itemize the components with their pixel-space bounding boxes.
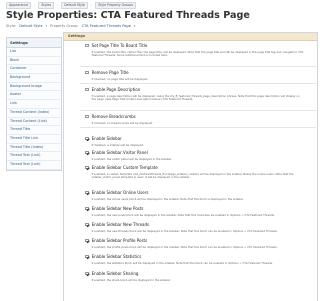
option-label[interactable]: Enable Sidebar Sharing (92, 271, 139, 276)
enable-sidebar-sharing-checkbox[interactable] (85, 271, 89, 276)
option-description: If enabled, the visitor panel will be di… (91, 156, 172, 161)
option-enable-sidebar-visitor-panel: Enable Sidebar Visitor Panel If enabled,… (85, 150, 313, 161)
breadcrumb-separator-icon: › (34, 3, 36, 7)
sidebar-item-background[interactable]: Background (7, 74, 61, 83)
enable-sidebar-statistics-checkbox[interactable] (85, 254, 89, 259)
chevron-down-icon[interactable]: ▾ (134, 24, 136, 28)
enable-sidebar-profile-posts-checkbox[interactable] (85, 238, 89, 243)
option-label[interactable]: Enable Sidebar Online Users (92, 190, 149, 195)
option-description: If enabled, the new threads block will b… (91, 228, 278, 233)
sidebar-item-thread-text-link[interactable]: Thread Text (Link) (7, 152, 61, 161)
sidebar-item-thread-title[interactable]: Thread Title (7, 126, 61, 135)
enable-page-description-checkbox[interactable] (85, 87, 89, 92)
breadcrumb-separator-icon: › (57, 3, 59, 7)
option-label[interactable]: Enable Sidebar New Threads (92, 222, 150, 227)
breadcrumb-item-styles[interactable]: Styles (38, 1, 55, 9)
sidebar-heading[interactable]: Settings (7, 38, 61, 48)
sidebar-item-thread-title-index[interactable]: Thread Title (Index) (7, 144, 61, 153)
breadcrumb-item-property-groups[interactable]: Style Property Groups (95, 1, 136, 9)
sidebar-item-background-image[interactable]: Background Image (7, 83, 61, 92)
option-label[interactable]: Enable Sidebar (92, 136, 122, 141)
property-group-sidebar: Settings List Block Container Background… (6, 37, 62, 171)
sidebar-item-container[interactable]: Container (7, 65, 61, 75)
option-label[interactable]: Remove Page Title (92, 70, 129, 75)
option-label[interactable]: Enable Sidebar Custom Template (92, 165, 158, 170)
style-context: Style: Default Style ▾ Property Group: C… (6, 24, 135, 28)
option-remove-page-title: Remove Page Title If checked, no page ti… (85, 70, 313, 81)
page-title: Style Properties: CTA Featured Threads P… (6, 10, 250, 21)
option-remove-breadcrumbs: Remove Breadcrumbs If checked, no breadc… (85, 114, 313, 125)
option-description: If checked, no page title will be displa… (91, 76, 149, 81)
property-group-selector[interactable]: CTA Featured Threads Page (82, 24, 131, 28)
sidebar-item-list[interactable]: List (7, 48, 61, 57)
breadcrumb-item-appearance[interactable]: Appearance (6, 1, 32, 9)
option-enable-sidebar-sharing: Enable Sidebar Sharing If enabled, the s… (85, 271, 313, 282)
option-description: If disabled, a sidebar will be displayed… (91, 142, 144, 147)
enable-sidebar-new-posts-checkbox[interactable] (85, 206, 89, 211)
option-label[interactable]: Remove Breadcrumbs (92, 114, 136, 119)
option-description: If enabled, a custom template (cta_featu… (91, 171, 294, 180)
chevron-down-icon[interactable]: ▾ (46, 24, 48, 28)
sidebar-item-thread-content-index[interactable]: Thread Content (Index) (7, 109, 61, 118)
sidebar-item-thread-title-link[interactable]: Thread Title Link (7, 135, 61, 144)
option-enable-sidebar-online-users: Enable Sidebar Online Users If enabled, … (85, 190, 313, 201)
option-label[interactable]: Set Page Title To Board Title (92, 43, 148, 48)
option-label[interactable]: Enable Sidebar Visitor Panel (92, 150, 148, 155)
option-enable-sidebar: Enable Sidebar If disabled, a sidebar wi… (85, 136, 313, 147)
option-description: If enabled, the statistics block will be… (91, 260, 273, 265)
divider (80, 110, 316, 111)
remove-breadcrumbs-checkbox[interactable] (85, 114, 89, 119)
enable-sidebar-checkbox[interactable] (85, 136, 89, 141)
option-description: If enabled, the profile posts block will… (91, 244, 278, 249)
sidebar-item-thread-content-link[interactable]: Thread Content (Link) (7, 118, 61, 127)
enable-sidebar-visitor-panel-checkbox[interactable] (85, 150, 89, 155)
option-enable-page-description: Enable Page Description If enabled, a pa… (85, 87, 313, 102)
enable-sidebar-new-threads-checkbox[interactable] (85, 222, 89, 227)
breadcrumb: Appearance › Styles › Default Style › St… (6, 1, 136, 9)
option-label[interactable]: Enable Sidebar Statistics (92, 254, 142, 259)
option-label[interactable]: Enable Sidebar Profile Posts (92, 238, 148, 243)
option-enable-sidebar-new-posts: Enable Sidebar New Posts If enabled, the… (85, 206, 313, 217)
option-label[interactable]: Enable Page Description (92, 87, 141, 92)
divider (80, 83, 316, 84)
set-page-title-checkbox[interactable] (85, 43, 89, 48)
divider (80, 127, 316, 128)
sidebar-item-thread-text-link-2[interactable]: Thread Text (Link) (7, 161, 61, 170)
sidebar-item-avatar[interactable]: Avatar (7, 91, 61, 101)
breadcrumb-separator-icon: › (90, 3, 93, 7)
style-selector[interactable]: Default Style (19, 24, 42, 28)
enable-sidebar-custom-template-checkbox[interactable] (85, 165, 89, 170)
option-description: If checked, no breadcrumbs will be displ… (91, 120, 154, 125)
breadcrumb-item-default-style[interactable]: Default Style (61, 1, 88, 9)
property-group-label: Property Group: (50, 24, 79, 28)
option-description: If enabled, the share block will be disp… (91, 277, 171, 282)
sidebar-item-block[interactable]: Block (7, 57, 61, 66)
option-description: If enabled, the online users block will … (91, 196, 244, 201)
option-enable-sidebar-custom-template: Enable Sidebar Custom Template If enable… (85, 165, 313, 180)
style-label: Style: (6, 24, 17, 28)
remove-page-title-checkbox[interactable] (85, 70, 89, 75)
enable-sidebar-online-users-checkbox[interactable] (85, 190, 89, 195)
option-enable-sidebar-statistics: Enable Sidebar Statistics If enabled, th… (85, 254, 313, 265)
option-description: If enabled, the board title, rather than… (91, 49, 304, 58)
option-enable-sidebar-new-threads: Enable Sidebar New Threads If enabled, t… (85, 222, 313, 233)
option-label[interactable]: Enable Sidebar New Posts (92, 206, 144, 211)
option-set-page-title: Set Page Title To Board Title If enabled… (85, 43, 313, 58)
divider (80, 66, 316, 67)
option-description: If enabled, a page description will be d… (91, 93, 300, 102)
sidebar-item-link[interactable]: Link (7, 100, 61, 109)
option-description: If enabled, the new posts block will be … (91, 212, 275, 217)
option-enable-sidebar-profile-posts: Enable Sidebar Profile Posts If enabled,… (85, 238, 313, 249)
settings-panel-heading: Settings (64, 33, 317, 41)
